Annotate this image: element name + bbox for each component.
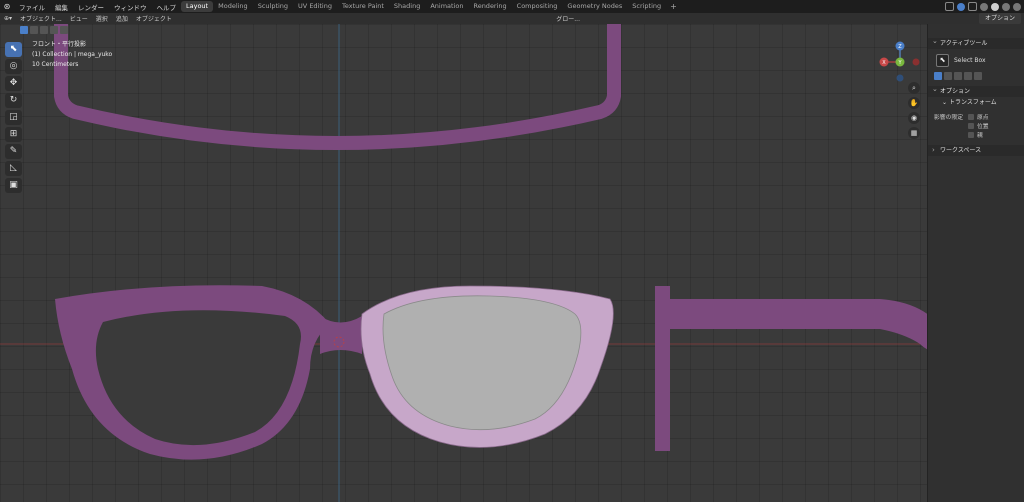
shading-solid-icon[interactable] [991, 2, 999, 11]
menu-window[interactable]: ウィンドウ [109, 2, 152, 12]
select-subtract-icon[interactable] [40, 26, 48, 34]
scale-icon[interactable]: ◲ [5, 110, 22, 125]
grid-perspective-icon[interactable]: ▦ [908, 127, 920, 139]
select-mode-buttons [20, 26, 68, 34]
tab-texture-paint[interactable]: Texture Paint [337, 1, 389, 12]
mode-dropdown[interactable]: オブジェクト... [16, 14, 66, 23]
bridge[interactable] [320, 316, 362, 354]
workspace-section[interactable]: ワークスペース [928, 145, 1024, 156]
affect-only-group: 影響の限定 原点 位置 親 [928, 108, 1024, 143]
zoom-icon[interactable]: ⌕ [908, 82, 920, 94]
collection-info: (1) Collection | mega_yuko [32, 51, 113, 58]
viewport-scene: Z X Y [0, 24, 927, 502]
tab-rendering[interactable]: Rendering [468, 1, 511, 12]
tab-sculpting[interactable]: Sculpting [253, 1, 293, 12]
navigation-buttons: ⌕ ✋ ◉ ▦ [908, 82, 920, 139]
add-workspace-button[interactable]: + [666, 2, 681, 11]
select-extend-icon[interactable] [30, 26, 38, 34]
select-box-icon[interactable]: ⬉ [5, 42, 22, 57]
editor-type-icon[interactable]: ⊕▾ [0, 15, 16, 22]
menu-view[interactable]: ビュー [66, 14, 92, 23]
options-dropdown[interactable]: オプション [978, 13, 1021, 24]
active-tool-section[interactable]: アクティブツール [928, 36, 1024, 49]
3d-viewport[interactable]: Z X Y [0, 24, 927, 502]
tool-shelf: ⬉ ◎ ✥ ↻ ◲ ⊞ ✎ ◺ ▣ [5, 42, 22, 193]
affect-origins-checkbox[interactable]: 原点 [968, 112, 989, 121]
mode-invert-icon[interactable] [964, 72, 972, 80]
gizmo-neg-x-icon[interactable] [912, 58, 920, 66]
gizmo-x-label: X [882, 60, 886, 66]
transform-subsection[interactable]: ⌄ トランスフォーム [928, 97, 1024, 108]
tab-layout[interactable]: Layout [181, 1, 214, 12]
add-cube-icon[interactable]: ▣ [5, 178, 22, 193]
transform-subsection-label: トランスフォーム [948, 99, 997, 106]
blender-logo-icon[interactable]: ⊛ [0, 2, 14, 11]
xray-toggle-icon[interactable] [968, 2, 977, 11]
menu-object[interactable]: オブジェクト [132, 14, 176, 23]
options-section[interactable]: オプション [928, 84, 1024, 97]
shading-wireframe-icon[interactable] [980, 2, 988, 11]
affect-only-label: 影響の限定 [934, 115, 963, 121]
menu-render[interactable]: レンダー [73, 2, 109, 12]
pan-hand-icon[interactable]: ✋ [908, 97, 920, 109]
affect-origins-label: 原点 [977, 115, 989, 121]
mode-extend-icon[interactable] [944, 72, 952, 80]
active-tool-name: Select Box [954, 57, 986, 64]
top-bar: ⊛ ファイル 編集 レンダー ウィンドウ ヘルプ Layout Modeling… [0, 0, 1024, 13]
select-intersect-icon[interactable] [60, 26, 68, 34]
tab-geometry-nodes[interactable]: Geometry Nodes [562, 1, 627, 12]
overlay-toggle-icon[interactable] [957, 2, 965, 11]
cursor-icon[interactable]: ◎ [5, 59, 22, 74]
menu-select[interactable]: 選択 [92, 14, 112, 23]
active-tool-row: ⬉ Select Box [928, 49, 1024, 72]
tab-shading[interactable]: Shading [389, 1, 425, 12]
menu-file[interactable]: ファイル [14, 2, 50, 12]
tool-mode-buttons [928, 72, 1024, 86]
transform-icon[interactable]: ⊞ [5, 127, 22, 142]
gizmo-z-label: Z [898, 44, 902, 50]
mode-intersect-icon[interactable] [974, 72, 982, 80]
tab-animation[interactable]: Animation [425, 1, 468, 12]
mode-set-icon[interactable] [934, 72, 942, 80]
menu-edit[interactable]: 編集 [50, 2, 73, 12]
view-name: フロント・平行投影 [32, 41, 87, 48]
affect-locations-checkbox[interactable]: 位置 [968, 121, 989, 130]
shading-material-icon[interactable] [1002, 2, 1010, 11]
tab-scripting[interactable]: Scripting [627, 1, 666, 12]
annotate-icon[interactable]: ✎ [5, 144, 22, 159]
viewport-shading-controls [945, 0, 1021, 13]
temple-hinge[interactable] [655, 286, 670, 451]
viewport-info-overlay: フロント・平行投影 (1) Collection | mega_yuko 10 … [32, 40, 112, 70]
sidebar-n-panel: アクティブツール ⬉ Select Box オプション ⌄ トランスフォーム 影… [927, 24, 1024, 502]
select-new-icon[interactable] [20, 26, 28, 34]
frame-top-view[interactable] [54, 24, 621, 150]
tab-compositing[interactable]: Compositing [512, 1, 563, 12]
menu-add[interactable]: 追加 [112, 14, 132, 23]
affect-locations-label: 位置 [977, 124, 989, 130]
gizmo-neg-z-icon[interactable] [896, 74, 904, 82]
measure-icon[interactable]: ◺ [5, 161, 22, 176]
tab-uv-editing[interactable]: UV Editing [293, 1, 337, 12]
menu-help[interactable]: ヘルプ [152, 2, 182, 12]
affect-parents-checkbox[interactable]: 親 [968, 130, 989, 139]
select-box-tool-icon[interactable]: ⬉ [936, 54, 949, 67]
affect-parents-label: 親 [977, 133, 983, 139]
mode-subtract-icon[interactable] [954, 72, 962, 80]
move-icon[interactable]: ✥ [5, 76, 22, 91]
transform-orientation-dropdown[interactable]: グロー... [552, 14, 584, 23]
viewport-gizmo-toggle-icon[interactable] [945, 2, 954, 11]
select-invert-icon[interactable] [50, 26, 58, 34]
shading-rendered-icon[interactable] [1013, 2, 1021, 11]
tab-modeling[interactable]: Modeling [213, 1, 253, 12]
grid-scale: 10 Centimeters [32, 61, 79, 68]
camera-icon[interactable]: ◉ [908, 112, 920, 124]
temple-arm[interactable] [670, 299, 927, 351]
rotate-icon[interactable]: ↻ [5, 93, 22, 108]
